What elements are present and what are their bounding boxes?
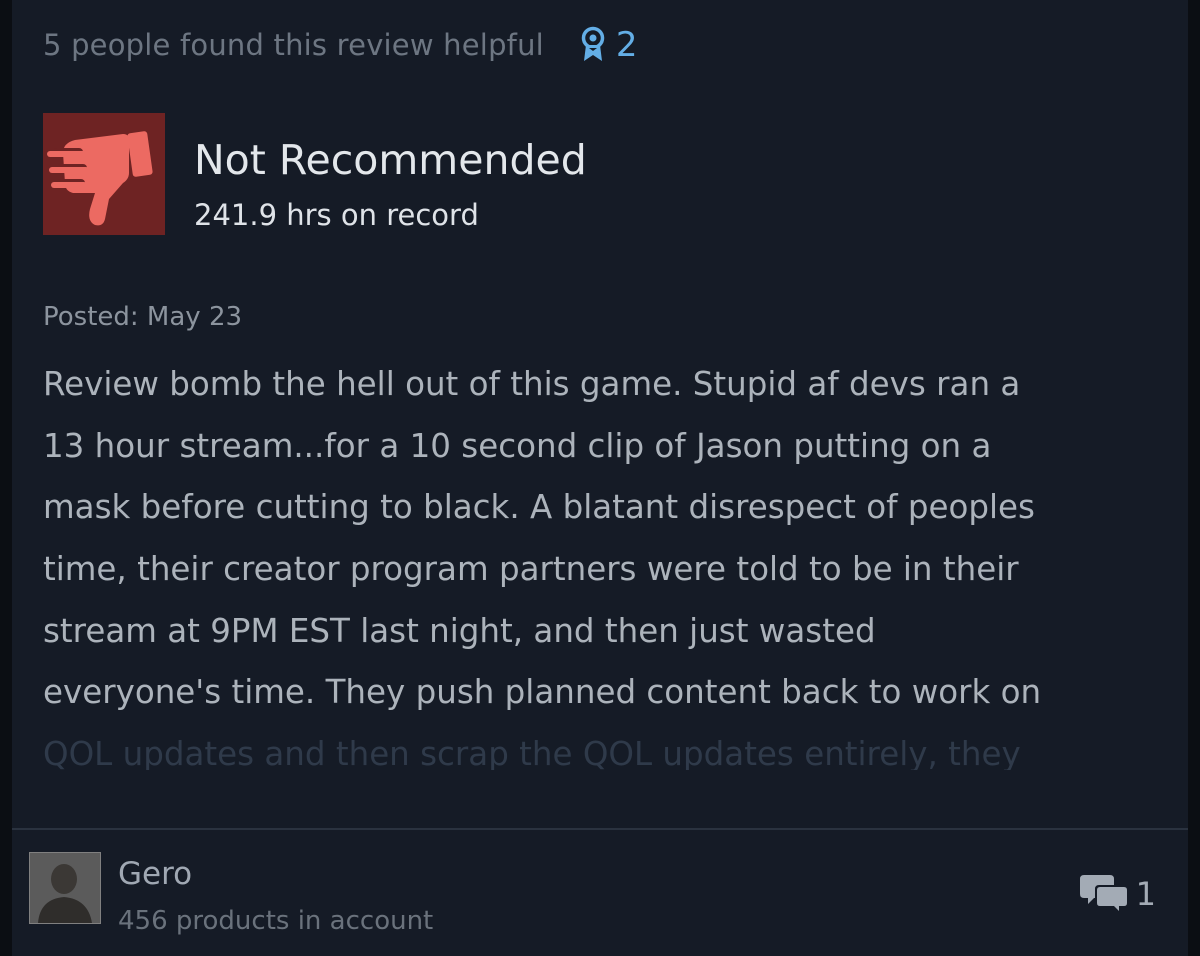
review-text: Review bomb the hell out of this game. S… <box>43 354 1173 770</box>
rating-title[interactable]: Not Recommended <box>194 136 587 184</box>
review-card: 5 people found this review helpful 2 Not… <box>12 0 1188 956</box>
thumbs-down-icon <box>43 113 165 235</box>
comment-bubbles-icon <box>1079 872 1130 916</box>
divider <box>12 828 1188 830</box>
author-name[interactable]: Gero <box>118 856 192 892</box>
review-line-faded: QOL updates and then scrap the QOL updat… <box>43 735 1021 770</box>
posted-date: Posted: May 23 <box>43 302 243 332</box>
helpful-count-text: 5 people found this review helpful <box>43 28 544 62</box>
award-ribbon-icon <box>580 26 606 64</box>
award-count: 2 <box>615 25 638 65</box>
comments-button[interactable]: 1 <box>1079 872 1156 916</box>
avatar[interactable] <box>29 852 101 924</box>
review-line: time, their creator program partners wer… <box>43 550 1019 589</box>
review-line: mask before cutting to black. A blatant … <box>43 488 1035 527</box>
hours-on-record: 241.9 hrs on record <box>194 198 479 232</box>
review-line: everyone's time. They push planned conte… <box>43 673 1042 712</box>
review-line: stream at 9PM EST last night, and then j… <box>43 611 876 650</box>
review-line: Review bomb the hell out of this game. S… <box>43 365 1021 403</box>
comment-count: 1 <box>1135 875 1156 913</box>
review-line: 13 hour stream...for a 10 second clip of… <box>43 426 992 465</box>
not-recommended-badge[interactable] <box>43 113 165 235</box>
products-count: 456 products in account <box>118 906 434 936</box>
helpful-row: 5 people found this review helpful 2 <box>43 22 638 68</box>
award-badge[interactable]: 2 <box>580 25 638 65</box>
